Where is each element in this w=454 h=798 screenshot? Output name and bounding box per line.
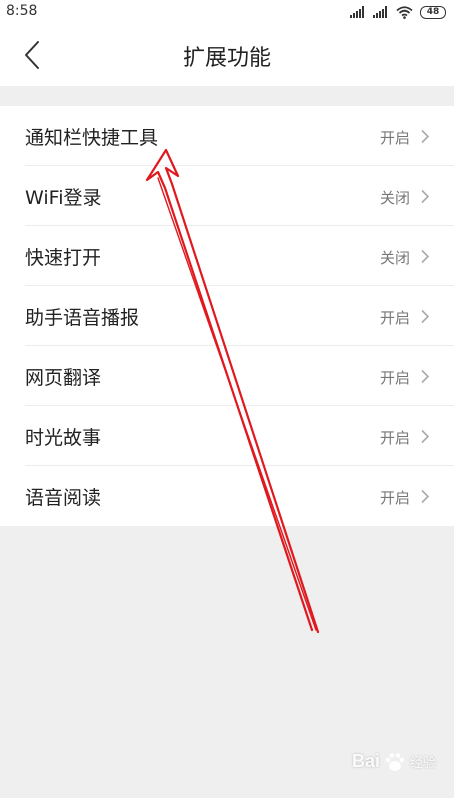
app-header: 扩展功能 (0, 24, 454, 86)
row-label: 助手语音播报 (25, 307, 140, 329)
row-label: WiFi登录 (25, 187, 102, 209)
page-title: 扩展功能 (182, 46, 271, 71)
watermark-brand: Bai (351, 751, 380, 771)
paw-icon (385, 752, 405, 771)
status-icons: 48 (350, 4, 446, 20)
row-value: 开启 (379, 309, 410, 327)
row-label: 快速打开 (25, 247, 102, 269)
chevron-right-icon (421, 249, 430, 264)
wifi-icon (396, 5, 413, 19)
settings-row-web-translate[interactable]: 网页翻译 开启 (0, 346, 454, 406)
baidu-watermark: Bai 经验 (352, 751, 436, 772)
chevron-right-icon (421, 189, 430, 204)
settings-row-notification-shortcuts[interactable]: 通知栏快捷工具 开启 (0, 106, 454, 166)
settings-row-voice-broadcast[interactable]: 助手语音播报 开启 (0, 286, 454, 346)
row-label: 时光故事 (25, 427, 102, 449)
battery-level: 48 (426, 6, 440, 17)
row-label: 网页翻译 (25, 367, 102, 389)
row-value: 开启 (379, 129, 410, 147)
row-label: 语音阅读 (25, 487, 102, 509)
chevron-right-icon (421, 489, 430, 504)
settings-list: 通知栏快捷工具 开启 WiFi登录 关闭 快速打开 关闭 助手语音播报 开启 网… (0, 106, 454, 526)
settings-row-time-story[interactable]: 时光故事 开启 (0, 406, 454, 466)
row-value: 开启 (379, 489, 410, 507)
signal-icon (373, 6, 387, 18)
row-value: 开启 (379, 429, 410, 447)
signal-icon (350, 6, 364, 18)
watermark-sub: 经验 (409, 755, 436, 770)
row-value: 关闭 (379, 249, 410, 267)
chevron-right-icon (421, 309, 430, 324)
settings-row-voice-reading[interactable]: 语音阅读 开启 (0, 466, 454, 526)
row-value: 关闭 (379, 189, 410, 207)
status-time: 8:58 (6, 3, 38, 19)
settings-row-wifi-login[interactable]: WiFi登录 关闭 (0, 166, 454, 226)
chevron-right-icon (421, 129, 430, 144)
chevron-right-icon (421, 369, 430, 384)
status-bar: 8:58 48 (0, 0, 454, 24)
settings-row-quick-open[interactable]: 快速打开 关闭 (0, 226, 454, 286)
chevron-right-icon (421, 429, 430, 444)
battery-icon: 48 (420, 5, 446, 19)
row-value: 开启 (379, 369, 410, 387)
row-label: 通知栏快捷工具 (25, 127, 159, 149)
